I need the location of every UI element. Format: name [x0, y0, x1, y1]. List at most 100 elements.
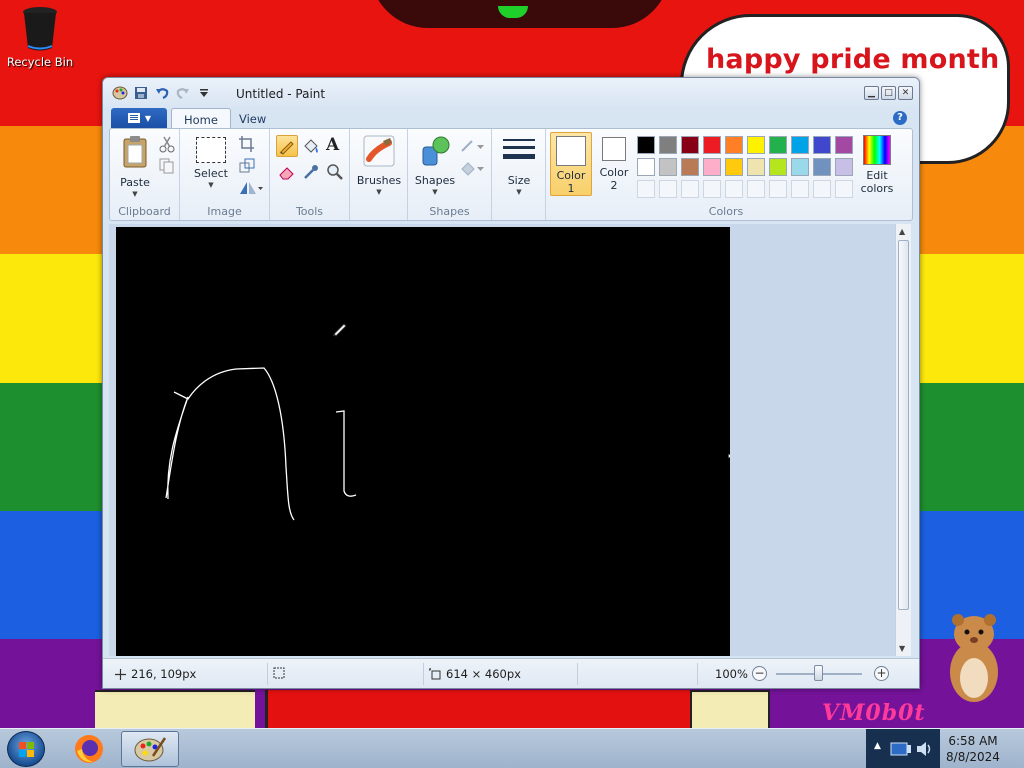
brushes-button[interactable]: Brushes ▼ — [356, 135, 402, 196]
clock-date: 8/8/2024 — [946, 750, 1000, 764]
start-button[interactable] — [7, 731, 45, 767]
palette-swatch[interactable] — [681, 136, 699, 154]
scroll-down-icon[interactable]: ▼ — [899, 644, 905, 653]
taskbar: ▲ 6:58 AM 8/8/2024 — [0, 728, 1024, 768]
show-hidden-icons-icon[interactable]: ▲ — [874, 741, 881, 751]
color2-button[interactable]: Color 2 — [596, 137, 632, 192]
taskbar-paint[interactable] — [121, 731, 179, 767]
size-button[interactable]: Size ▼ — [498, 137, 540, 196]
canvas-workspace — [109, 224, 905, 656]
minimize-button[interactable]: ▁ — [864, 86, 879, 100]
tab-home[interactable]: Home — [171, 108, 231, 129]
redo-icon[interactable] — [174, 85, 191, 101]
palette-swatch[interactable] — [659, 158, 677, 176]
clock[interactable]: 6:58 AM 8/8/2024 — [936, 733, 1010, 765]
tab-view[interactable]: View — [227, 108, 278, 129]
copy-icon[interactable] — [158, 157, 176, 175]
edit-colors-label: Edit — [866, 169, 888, 182]
palette-swatch[interactable] — [659, 136, 677, 154]
zoom-out-button[interactable]: − — [752, 666, 767, 681]
brushes-group[interactable]: Brushes ▼ — [350, 129, 408, 220]
save-icon[interactable] — [132, 85, 149, 101]
network-icon[interactable] — [890, 739, 912, 759]
palette-swatch[interactable] — [813, 158, 831, 176]
palette-swatch[interactable] — [835, 136, 853, 154]
crop-icon[interactable] — [238, 135, 256, 153]
fill-shape-icon[interactable] — [460, 159, 486, 177]
palette-swatch[interactable] — [703, 136, 721, 154]
color1-button[interactable]: Color 1 — [550, 132, 592, 196]
maximize-button[interactable]: □ — [881, 86, 896, 100]
drawing-canvas[interactable] — [116, 227, 730, 656]
vertical-scrollbar[interactable]: ▲ ▼ — [895, 224, 911, 656]
edit-colors-label-2: colors — [860, 182, 894, 195]
palette-swatch[interactable] — [725, 136, 743, 154]
fill-icon[interactable] — [302, 137, 320, 155]
palette-custom-slot[interactable] — [659, 180, 677, 198]
palette-swatch[interactable] — [725, 158, 743, 176]
wallpaper-cream-shape-right — [690, 690, 770, 728]
palette-custom-slot[interactable] — [725, 180, 743, 198]
select-button[interactable]: Select ▼ — [190, 137, 232, 189]
windows-logo-icon — [19, 742, 34, 757]
palette-custom-slot[interactable] — [681, 180, 699, 198]
palette-custom-slot[interactable] — [703, 180, 721, 198]
palette-swatch[interactable] — [769, 136, 787, 154]
palette-custom-slot[interactable] — [835, 180, 853, 198]
ribbon-tabs: ▼ Home View ? — [103, 107, 919, 129]
taskbar-firefox[interactable] — [60, 731, 118, 767]
selection-icon — [273, 667, 285, 679]
status-divider — [577, 663, 578, 685]
palette-swatch[interactable] — [791, 158, 809, 176]
zoom-in-button[interactable]: + — [874, 666, 889, 681]
rotate-icon[interactable] — [238, 179, 264, 197]
desktop-icon-recycle-bin[interactable]: Recycle Bin — [6, 6, 74, 69]
text-tool-icon[interactable]: A — [326, 135, 339, 155]
palette-custom-slot[interactable] — [813, 180, 831, 198]
palette-swatch[interactable] — [791, 136, 809, 154]
paste-label: Paste — [120, 176, 150, 189]
palette-swatch[interactable] — [813, 136, 831, 154]
palette-custom-slot[interactable] — [769, 180, 787, 198]
palette-swatch[interactable] — [747, 136, 765, 154]
customize-toolbar-icon[interactable] — [195, 85, 212, 101]
close-button[interactable]: ✕ — [898, 86, 913, 100]
edit-colors-button[interactable]: Edit colors — [856, 135, 898, 195]
outline-icon[interactable] — [460, 137, 486, 155]
paint-menu-button[interactable]: ▼ — [111, 108, 167, 128]
palette-swatch[interactable] — [747, 158, 765, 176]
paint-app-icon[interactable] — [111, 85, 128, 101]
scrollbar-thumb[interactable] — [898, 240, 909, 610]
cut-icon[interactable] — [158, 135, 176, 153]
image-group-label: Image — [207, 205, 242, 218]
palette-swatch[interactable] — [637, 158, 655, 176]
palette-custom-slot[interactable] — [791, 180, 809, 198]
palette-swatch[interactable] — [681, 158, 699, 176]
volume-icon[interactable] — [914, 738, 936, 760]
canvas-resize-handle[interactable] — [728, 454, 730, 458]
palette-swatch[interactable] — [703, 158, 721, 176]
eraser-icon[interactable] — [278, 163, 296, 181]
undo-icon[interactable] — [153, 85, 170, 101]
help-icon[interactable]: ? — [893, 111, 907, 125]
pencil-tool-button[interactable] — [276, 135, 298, 157]
palette-swatch[interactable] — [637, 136, 655, 154]
zoom-slider-thumb[interactable] — [814, 665, 823, 681]
color-picker-icon[interactable] — [302, 163, 320, 181]
line-size-icon — [503, 139, 535, 159]
palette-custom-slot[interactable] — [637, 180, 655, 198]
status-divider — [267, 663, 268, 685]
palette-swatch[interactable] — [835, 158, 853, 176]
magnifier-icon[interactable] — [326, 163, 344, 181]
scroll-up-icon[interactable]: ▲ — [899, 227, 905, 236]
status-bar: 216, 109px 614 × 460px 100% − + — [103, 658, 919, 688]
resize-icon[interactable] — [238, 157, 256, 175]
palette-custom-slot[interactable] — [747, 180, 765, 198]
selection-size — [273, 667, 285, 679]
palette-swatch[interactable] — [769, 158, 787, 176]
move-cursor-icon — [115, 668, 126, 680]
pencil-cursor-icon — [333, 323, 347, 337]
chevron-down-icon: ▼ — [516, 188, 522, 196]
shapes-button[interactable]: Shapes ▼ — [412, 135, 458, 196]
paste-button[interactable]: Paste ▼ — [116, 135, 154, 198]
